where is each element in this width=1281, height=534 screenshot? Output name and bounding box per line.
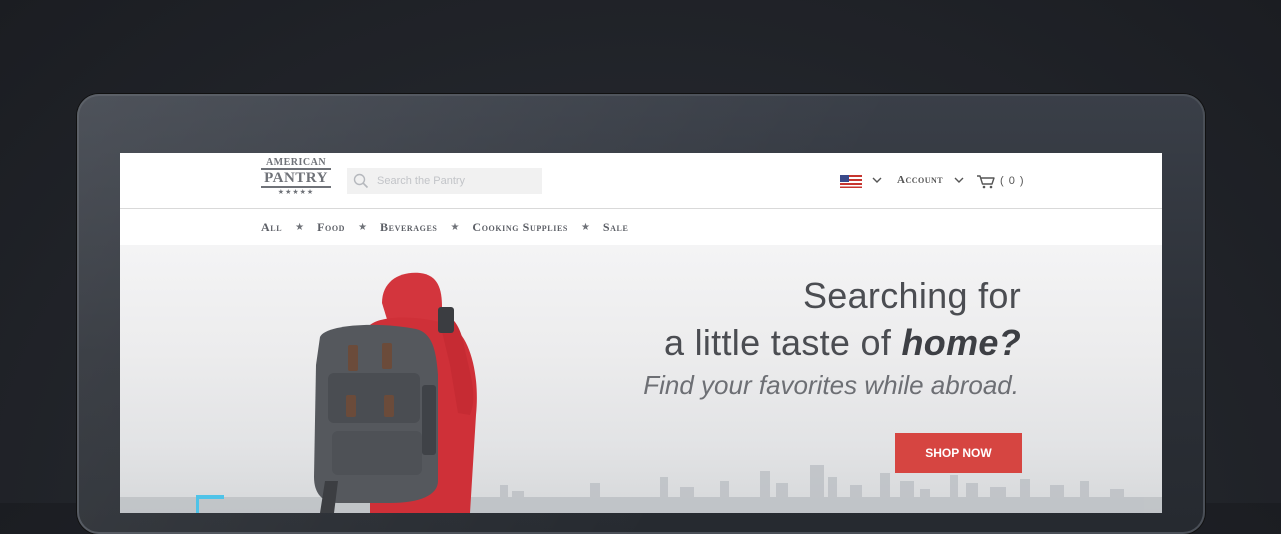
hero-headline-line2: a little taste of home? <box>664 322 1021 364</box>
account-menu[interactable]: Account <box>897 174 943 186</box>
nav-item-beverages[interactable]: Beverages <box>380 220 437 235</box>
nav-item-cooking-supplies[interactable]: Cooking Supplies <box>472 220 568 235</box>
browser-screen: AMERICAN PANTRY ★★★★★ Account <box>120 153 1162 513</box>
search-input[interactable] <box>375 174 539 188</box>
hero-headline-line1: Searching for <box>802 275 1021 316</box>
logo-main-text: PANTRY <box>261 168 331 188</box>
hero-headline-emphasis: home? <box>901 322 1021 363</box>
star-separator-icon: ★ <box>295 222 305 233</box>
shop-now-button[interactable]: SHOP NOW <box>895 433 1022 473</box>
site-logo[interactable]: AMERICAN PANTRY ★★★★★ <box>261 157 331 203</box>
nav-item-food[interactable]: Food <box>317 220 345 235</box>
star-separator-icon: ★ <box>358 222 368 233</box>
star-separator-icon: ★ <box>450 222 460 233</box>
logo-top-text: AMERICAN <box>265 157 327 168</box>
nav-item-sale[interactable]: Sale <box>603 220 629 235</box>
cart-count[interactable]: ( 0 ) <box>1000 175 1025 187</box>
search-icon <box>353 173 369 189</box>
search-bar[interactable] <box>347 168 542 194</box>
star-separator-icon: ★ <box>580 222 590 233</box>
category-nav: All ★ Food ★ Beverages ★ Cooking Supplie… <box>120 209 1162 245</box>
logo-stars: ★★★★★ <box>277 189 315 196</box>
hero-banner: Searching for a little taste of home? Fi… <box>120 245 1162 513</box>
cart-icon[interactable] <box>976 174 996 189</box>
chevron-down-icon[interactable] <box>872 177 882 184</box>
us-flag-icon[interactable] <box>840 175 862 188</box>
hero-headline-prefix: a little taste of <box>663 322 902 363</box>
chevron-down-icon[interactable] <box>954 177 964 184</box>
nav-item-all[interactable]: All <box>261 220 282 235</box>
site-header: AMERICAN PANTRY ★★★★★ Account <box>120 153 1162 209</box>
hero-subline: Find your favorites while abroad. <box>643 370 1019 400</box>
